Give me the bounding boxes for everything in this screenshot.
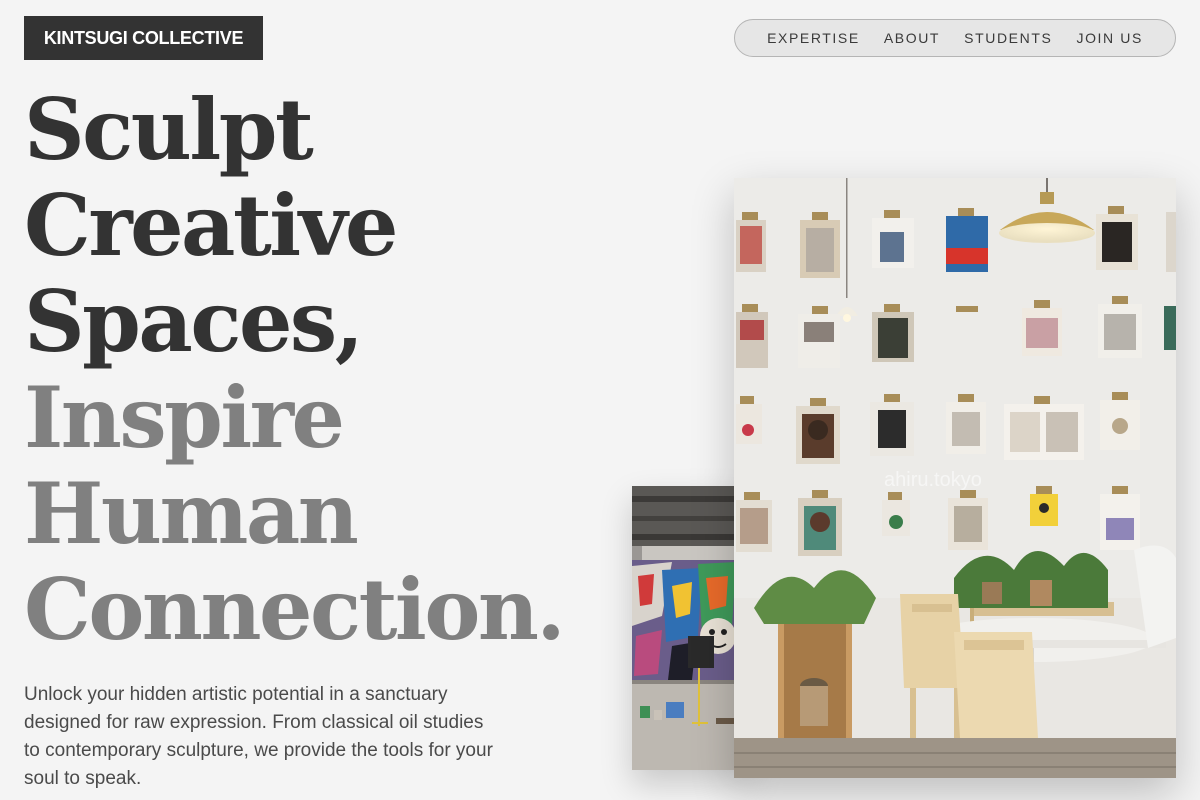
nav-item-expertise[interactable]: EXPERTISE	[767, 30, 860, 46]
hero-headline: Sculpt Creative Spaces, Inspire Human Co…	[24, 80, 566, 659]
headline-line: Sculpt	[24, 80, 314, 179]
headline-line: Connection.	[24, 560, 566, 659]
studio-clipboard-wall-photo: ahiru.tokyo	[734, 178, 1176, 778]
photo-watermark: ahiru.tokyo	[884, 469, 982, 491]
headline-line: Human	[24, 464, 359, 563]
nav-item-students[interactable]: STUDENTS	[964, 30, 1052, 46]
headline-line: Creative	[24, 176, 398, 275]
nav-item-join-us[interactable]: JOIN US	[1076, 30, 1142, 46]
headline-line: Inspire	[24, 368, 345, 467]
hero-intro-text: Unlock your hidden artistic potential in…	[24, 684, 493, 789]
nav-item-about[interactable]: ABOUT	[884, 30, 940, 46]
main-nav: EXPERTISE ABOUT STUDENTS JOIN US	[734, 19, 1176, 57]
brand-logo[interactable]: KINTSUGI COLLECTIVE	[24, 16, 263, 60]
headline-line: Spaces,	[24, 272, 364, 371]
